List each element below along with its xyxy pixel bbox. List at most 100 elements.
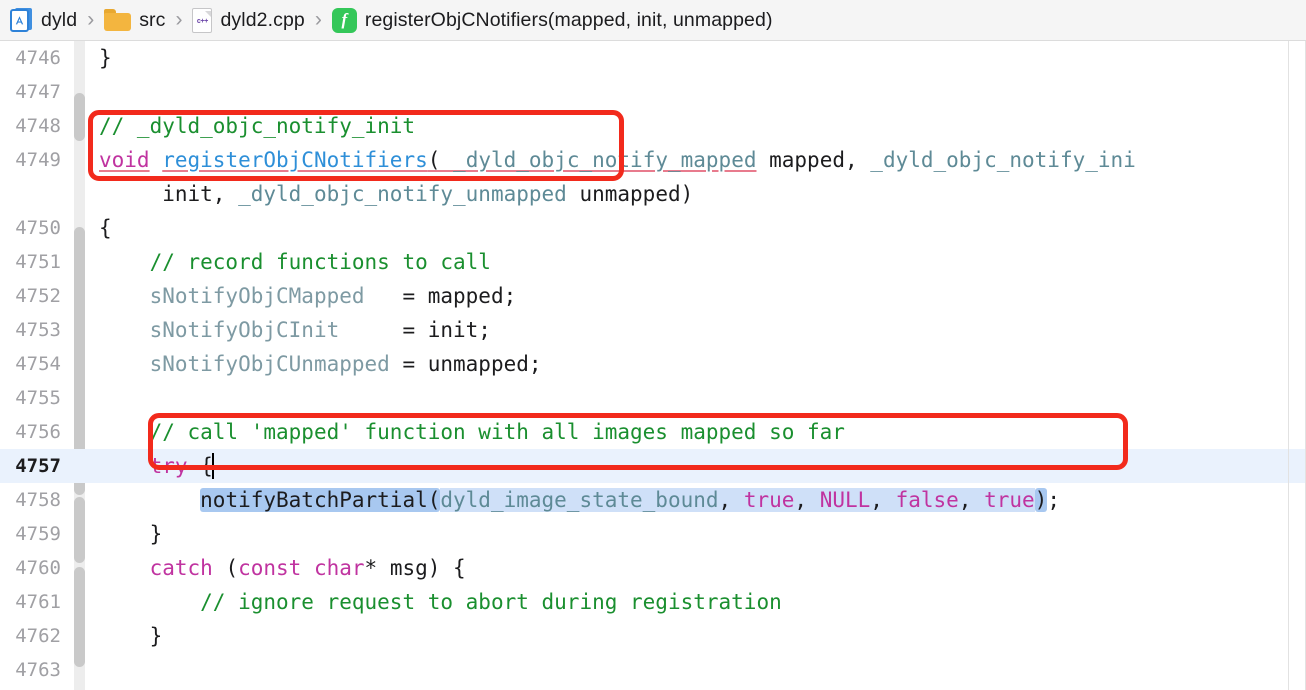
line-number: 4755 (15, 387, 61, 409)
breadcrumb-label-function: registerObjCNotifiers(mapped, init, unma… (364, 8, 773, 31)
line-content[interactable]: } (74, 46, 1306, 70)
line-number: 4748 (15, 115, 61, 137)
token-comment: // ignore request to abort during regist… (200, 590, 782, 614)
token-keyword-char: char (313, 556, 365, 580)
breadcrumb-label-folder: src (139, 8, 166, 31)
token-comma: , (870, 488, 896, 512)
line-content[interactable]: notifyBatchPartial(dyld_image_state_boun… (74, 488, 1306, 512)
line-number: 4753 (15, 319, 61, 341)
line-content[interactable]: sNotifyObjCInit = init; (74, 318, 1306, 342)
token-keyword-const: const (238, 556, 302, 580)
line-content[interactable]: try { (74, 453, 1306, 479)
breadcrumb-separator: › (175, 8, 183, 31)
token-enum-state: dyld_image_state_bound (440, 488, 719, 512)
token-literal-true: true (984, 488, 1035, 512)
cpp-file-icon: c++ (192, 7, 213, 33)
line-content[interactable]: // record functions to call (74, 250, 1306, 274)
token-param-mapped: mapped (756, 148, 845, 172)
code-line[interactable]: 4761 // ignore request to abort during r… (0, 585, 1306, 619)
token-comma: , (958, 488, 985, 512)
token-type-init: _dyld_objc_notify_ini (870, 148, 1136, 172)
code-line[interactable]: 4747 (0, 75, 1306, 109)
line-content[interactable]: sNotifyObjCMapped = mapped; (74, 284, 1306, 308)
token-brace: { (187, 454, 213, 478)
line-content[interactable]: // call 'mapped' function with all image… (74, 420, 1306, 444)
line-number: 4758 (15, 489, 61, 511)
token-assignment: = mapped; (364, 284, 517, 308)
code-line-active[interactable]: 4757 try { (0, 449, 1306, 483)
breadcrumb-label-project: dyld (41, 8, 78, 31)
code-line[interactable]: 4752 sNotifyObjCMapped = mapped; (0, 279, 1306, 313)
line-content[interactable]: } (74, 522, 1306, 546)
line-content[interactable]: init, _dyld_objc_notify_unmapped unmappe… (74, 182, 1306, 206)
token-paren-open: ( (212, 556, 239, 580)
token-semicolon: ; (1047, 488, 1060, 512)
line-number-active: 4757 (15, 455, 61, 477)
token-literal-true: true (743, 488, 795, 512)
line-number: 4762 (15, 625, 61, 647)
xcode-project-icon (10, 7, 33, 33)
token-comma: , (212, 182, 239, 206)
code-line[interactable]: 4746 } (0, 41, 1306, 75)
token-assignment: = unmapped; (389, 352, 542, 376)
code-line[interactable]: 4756 // call 'mapped' function with all … (0, 415, 1306, 449)
code-line[interactable]: 4758 notifyBatchPartial(dyld_image_state… (0, 483, 1306, 517)
code-line[interactable]: 4755 (0, 381, 1306, 415)
text-cursor (211, 453, 214, 479)
folder-icon (104, 9, 132, 31)
breadcrumb: dyld › src › c++ dyld2.cpp › f registerO… (0, 0, 1306, 41)
code-line[interactable]: 4763 (0, 653, 1306, 687)
cpp-file-icon-label: c++ (196, 17, 209, 25)
function-icon: f (331, 7, 357, 33)
line-content[interactable]: { (74, 216, 1306, 240)
breadcrumb-item-project[interactable]: dyld (10, 0, 77, 40)
token-identifier: sNotifyObjCMapped (149, 284, 365, 308)
code-line[interactable]: 4753 sNotifyObjCInit = init; (0, 313, 1306, 347)
token-param-msg: * msg) { (364, 556, 466, 580)
token-paren-close: ) (1034, 488, 1048, 512)
line-number: 4752 (15, 285, 61, 307)
line-content[interactable]: catch (const char* msg) { (74, 556, 1306, 580)
line-content[interactable]: // ignore request to abort during regist… (74, 590, 1306, 614)
breadcrumb-label-file: dyld2.cpp (220, 8, 305, 31)
line-number: 4756 (15, 421, 61, 443)
line-number: 4761 (15, 591, 61, 613)
token-brace: } (99, 46, 112, 70)
token-identifier: sNotifyObjCUnmapped (149, 352, 390, 376)
line-number: 4759 (15, 523, 61, 545)
code-line-wrapped[interactable]: init, _dyld_objc_notify_unmapped unmappe… (0, 177, 1306, 211)
token-assignment: = init; (339, 318, 491, 342)
token-comment: // record functions to call (149, 250, 491, 274)
token-comma: , (718, 488, 744, 512)
code-line[interactable]: 4750 { (0, 211, 1306, 245)
line-content[interactable]: } (74, 624, 1306, 648)
code-editor[interactable]: 4746 } 4747 4748 // _dyld_objc_notify_in… (0, 41, 1306, 690)
line-content[interactable]: // _dyld_objc_notify_init (74, 114, 1306, 138)
token-keyword-catch: catch (149, 556, 213, 580)
line-number: 4760 (15, 557, 61, 579)
code-line[interactable]: 4754 sNotifyObjCUnmapped = unmapped; (0, 347, 1306, 381)
breadcrumb-item-folder[interactable]: src (104, 0, 165, 40)
line-number: 4750 (15, 217, 61, 239)
token-literal-false: false (895, 488, 959, 512)
code-line[interactable]: 4762 } (0, 619, 1306, 653)
editor-right-margin-rule (1288, 41, 1289, 690)
code-line[interactable]: 4759 } (0, 517, 1306, 551)
token-type-unmapped: _dyld_objc_notify_unmapped (238, 182, 567, 206)
token-comma: , (845, 148, 871, 172)
line-content[interactable]: void registerObjCNotifiers( _dyld_objc_n… (74, 148, 1306, 172)
breadcrumb-item-function[interactable]: f registerObjCNotifiers(mapped, init, un… (331, 0, 773, 40)
token-brace: } (149, 522, 163, 546)
token-paren-open: ( (427, 148, 454, 172)
function-icon-glyph: f (341, 10, 348, 29)
code-line[interactable]: 4760 catch (const char* msg) { (0, 551, 1306, 585)
breadcrumb-item-file[interactable]: c++ dyld2.cpp (192, 0, 305, 40)
line-content[interactable]: sNotifyObjCUnmapped = unmapped; (74, 352, 1306, 376)
code-line[interactable]: 4749 void registerObjCNotifiers( _dyld_o… (0, 143, 1306, 177)
code-line[interactable]: 4751 // record functions to call (0, 245, 1306, 279)
code-line[interactable]: 4748 // _dyld_objc_notify_init (0, 109, 1306, 143)
token-brace: { (99, 216, 112, 240)
breadcrumb-separator: › (87, 8, 95, 31)
breadcrumb-separator: › (314, 8, 322, 31)
